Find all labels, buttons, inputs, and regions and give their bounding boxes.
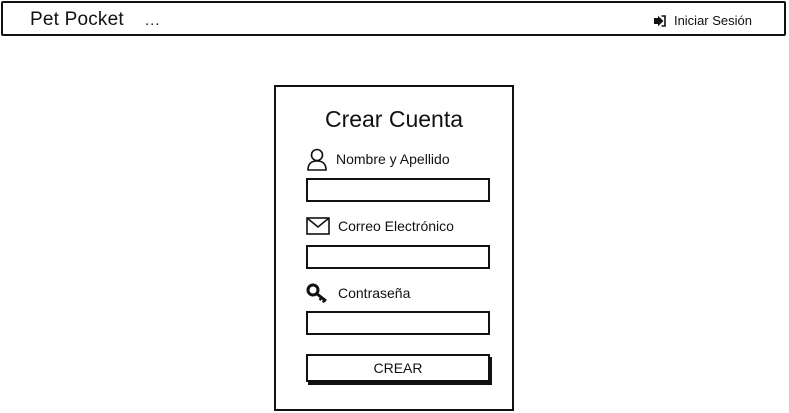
top-navbar: Pet Pocket ... Iniciar Sesión <box>1 1 786 36</box>
create-account-card: Crear Cuenta Nombre y Apellido Correo El… <box>274 85 514 411</box>
sign-in-icon <box>653 14 666 27</box>
login-link-label: Iniciar Sesión <box>673 13 752 28</box>
name-field-label: Nombre y Apellido <box>306 147 450 171</box>
password-field[interactable] <box>306 311 490 335</box>
key-icon <box>306 283 330 303</box>
name-label-text: Nombre y Apellido <box>336 151 450 167</box>
password-field-label: Contraseña <box>306 283 410 303</box>
page-title: Crear Cuenta <box>324 106 464 132</box>
name-field[interactable] <box>306 178 490 202</box>
password-label-text: Contraseña <box>338 285 411 301</box>
email-field[interactable] <box>306 245 490 269</box>
email-field-label: Correo Electrónico <box>306 217 454 235</box>
email-label-text: Correo Electrónico <box>338 218 454 234</box>
create-account-button[interactable]: CREAR <box>306 354 490 382</box>
envelope-icon <box>306 217 330 235</box>
login-link[interactable]: Iniciar Sesión <box>653 13 752 28</box>
user-icon <box>306 147 328 171</box>
more-menu-button[interactable]: ... <box>145 12 161 29</box>
brand-logo-text[interactable]: Pet Pocket <box>30 9 124 31</box>
